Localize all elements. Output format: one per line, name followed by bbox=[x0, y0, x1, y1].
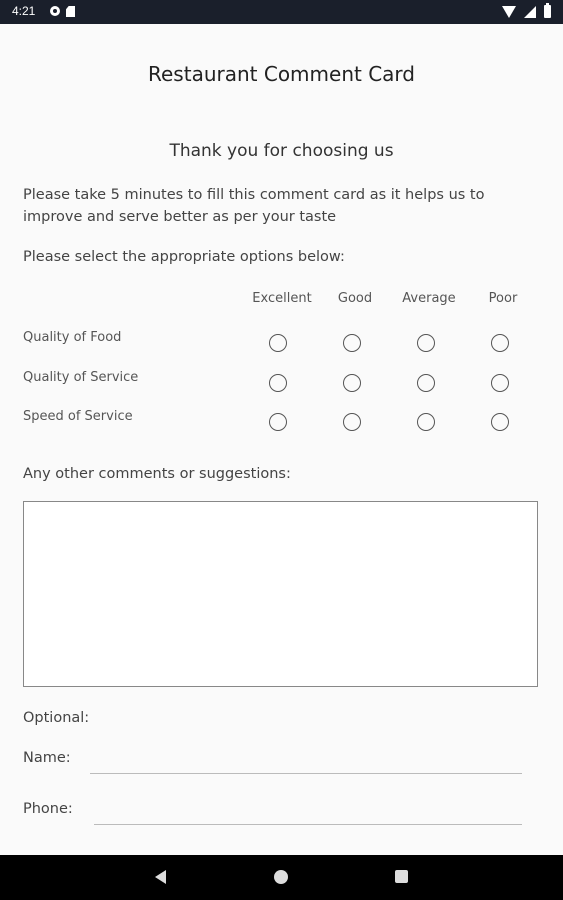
status-bar: 4:21 bbox=[0, 0, 563, 24]
battery-icon bbox=[544, 3, 551, 18]
comments-label: Any other comments or suggestions: bbox=[23, 466, 291, 482]
name-input[interactable] bbox=[90, 749, 522, 774]
name-label: Name: bbox=[23, 750, 71, 766]
radio-service-good[interactable] bbox=[342, 373, 361, 392]
radio-speed-poor[interactable] bbox=[490, 412, 509, 431]
radio-food-excellent[interactable] bbox=[268, 333, 287, 352]
status-time: 4:21 bbox=[12, 4, 36, 18]
recents-icon[interactable] bbox=[395, 870, 408, 883]
radio-speed-excellent[interactable] bbox=[268, 412, 287, 431]
radio-speed-average[interactable] bbox=[416, 412, 435, 431]
radio-speed-good[interactable] bbox=[342, 412, 361, 431]
comments-textarea[interactable] bbox=[23, 501, 538, 687]
radio-service-excellent[interactable] bbox=[268, 373, 287, 392]
page-title: Restaurant Comment Card bbox=[148, 62, 415, 86]
row-label-quality-of-food: Quality of Food bbox=[23, 330, 122, 345]
radio-service-poor[interactable] bbox=[490, 373, 509, 392]
home-icon[interactable] bbox=[274, 870, 288, 884]
radio-food-average[interactable] bbox=[416, 333, 435, 352]
status-left-icons bbox=[50, 6, 75, 17]
radio-food-good[interactable] bbox=[342, 333, 361, 352]
optional-label: Optional: bbox=[23, 710, 90, 726]
column-header-average: Average bbox=[402, 291, 456, 306]
intro-text: Please take 5 minutes to fill this comme… bbox=[23, 187, 485, 225]
phone-input[interactable] bbox=[94, 800, 522, 825]
column-header-excellent: Excellent bbox=[252, 291, 312, 306]
sd-card-icon bbox=[66, 6, 75, 17]
phone-label: Phone: bbox=[23, 801, 73, 817]
back-icon[interactable] bbox=[155, 870, 166, 884]
radio-service-average[interactable] bbox=[416, 373, 435, 392]
status-right-icons bbox=[502, 3, 551, 18]
column-header-good: Good bbox=[337, 291, 373, 306]
signal-icon bbox=[524, 5, 536, 18]
row-label-speed-of-service: Speed of Service bbox=[23, 409, 133, 424]
row-label-quality-of-service: Quality of Service bbox=[23, 370, 139, 385]
column-header-poor: Poor bbox=[488, 291, 518, 306]
page-subtitle: Thank you for choosing us bbox=[169, 141, 394, 161]
select-options-label: Please select the appropriate options be… bbox=[23, 249, 345, 265]
settings-icon bbox=[50, 6, 60, 16]
radio-food-poor[interactable] bbox=[490, 333, 509, 352]
wifi-icon bbox=[502, 5, 516, 18]
navigation-bar bbox=[0, 855, 563, 900]
